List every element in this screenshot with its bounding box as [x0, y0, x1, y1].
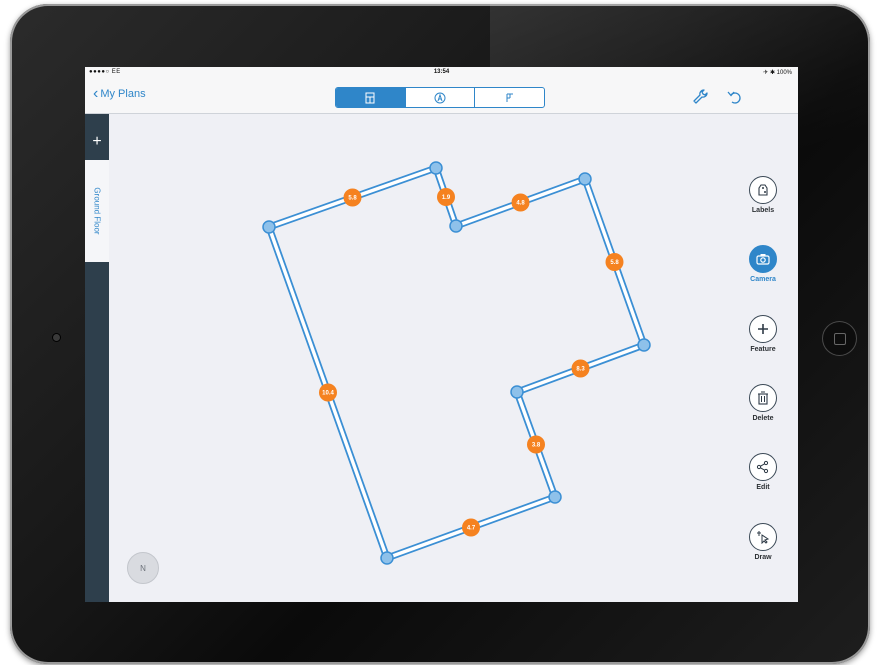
corner-node[interactable] — [637, 338, 651, 352]
tool-labels[interactable]: Labels — [735, 176, 791, 214]
compass-label: N — [140, 563, 146, 573]
corner-node[interactable] — [510, 385, 524, 399]
home-button[interactable] — [823, 322, 856, 355]
measurement-badge[interactable]: 5.8 — [605, 253, 624, 271]
measurement-value: 3.8 — [532, 443, 541, 449]
corner-node[interactable] — [380, 551, 394, 565]
tool-camera-label: Camera — [750, 276, 776, 283]
measurement-value: 4.7 — [467, 526, 476, 532]
measurement-badge[interactable]: 10.4 — [319, 383, 337, 402]
tool-feature-label: Feature — [750, 346, 776, 353]
trash-icon — [749, 384, 777, 412]
corner-node[interactable] — [578, 172, 592, 186]
tool-labels-label: Labels — [751, 207, 775, 214]
tool-feature[interactable]: Feature — [735, 315, 791, 353]
measurement-badge[interactable]: 8.3 — [571, 359, 590, 378]
measurement-badge[interactable]: 4.8 — [511, 193, 530, 212]
camera-icon — [749, 245, 777, 273]
pointer-icon — [749, 523, 777, 551]
corner-node[interactable] — [449, 219, 463, 233]
measurement-badge[interactable]: 5.8 — [343, 188, 362, 207]
label-tag-icon — [749, 176, 777, 204]
corner-node[interactable] — [548, 490, 562, 504]
measurement-badge[interactable]: 4.7 — [462, 518, 480, 537]
measurement-badge[interactable]: 1.9 — [437, 188, 455, 206]
measurement-value: 5.8 — [348, 196, 357, 202]
corner-node[interactable] — [429, 161, 443, 175]
measurement-value: 8.3 — [576, 367, 585, 373]
tool-draw[interactable]: Draw — [735, 523, 791, 561]
front-camera — [53, 334, 60, 341]
tool-camera[interactable]: Camera — [735, 245, 791, 283]
tool-delete-label: Delete — [752, 415, 774, 422]
measurement-value: 10.4 — [322, 391, 334, 397]
corner-node[interactable] — [262, 220, 276, 234]
tool-edit-label: Edit — [756, 484, 770, 491]
tool-draw-label: Draw — [754, 554, 772, 561]
share-nodes-icon — [749, 453, 777, 481]
measurement-value: 5.8 — [610, 260, 619, 266]
measurement-value: 4.8 — [516, 201, 525, 207]
plus-icon — [749, 315, 777, 343]
floor-plan-canvas[interactable]: 5.8 1.9 4.8 5.8 8.3 3.8 4.7 10.4 — [85, 67, 798, 602]
tool-delete[interactable]: Delete — [735, 384, 791, 422]
measurement-badge[interactable]: 3.8 — [527, 435, 545, 454]
tool-edit[interactable]: Edit — [735, 453, 791, 491]
compass-button[interactable]: N — [127, 552, 159, 584]
app-screen: ●●●●○ EE 13:54 ✈ ✱ 100% ‹ My Plans + Gro… — [85, 67, 798, 602]
measurement-value: 1.9 — [442, 195, 451, 201]
